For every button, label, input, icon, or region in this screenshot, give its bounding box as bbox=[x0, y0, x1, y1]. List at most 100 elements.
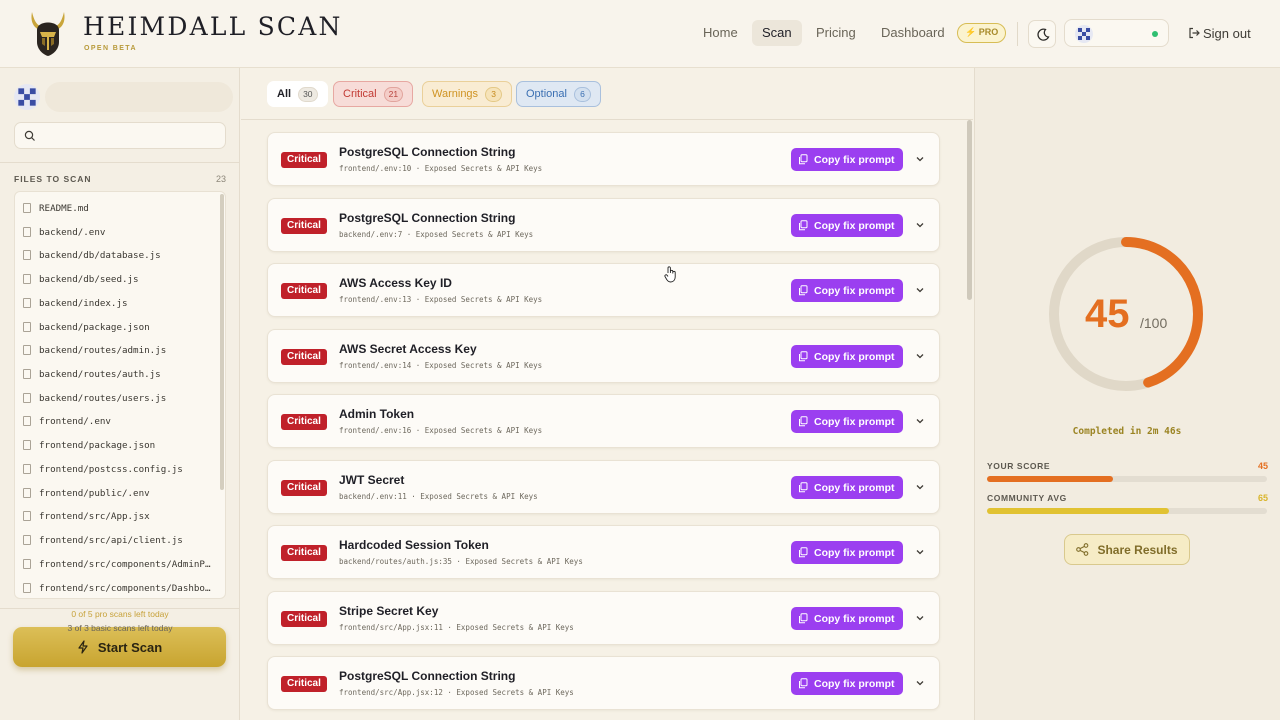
file-item[interactable]: frontend/package.json bbox=[23, 436, 213, 454]
finding-card[interactable]: Critical PostgreSQL Connection String fron… bbox=[267, 132, 940, 186]
nav-scan[interactable]: Scan bbox=[752, 20, 802, 46]
finding-title: PostgreSQL Connection String bbox=[339, 669, 516, 683]
filter-optional[interactable]: Optional 6 bbox=[516, 81, 601, 107]
severity-badge: Critical bbox=[281, 349, 327, 365]
finding-card[interactable]: Critical JWT Secret backend/.env:11 · Expo… bbox=[267, 460, 940, 514]
copy-icon bbox=[799, 613, 808, 624]
file-item[interactable]: backend/routes/users.js bbox=[23, 389, 213, 407]
file-item[interactable]: frontend/postcss.config.js bbox=[23, 460, 213, 478]
copy-fix-prompt-label: Copy fix prompt bbox=[814, 612, 895, 625]
finding-card[interactable]: Critical Stripe Secret Key frontend/src/Ap… bbox=[267, 591, 940, 645]
search-icon bbox=[24, 130, 35, 141]
finding-category: Exposed Secrets & API Keys bbox=[424, 361, 543, 370]
severity-badge: Critical bbox=[281, 218, 327, 234]
copy-fix-prompt-button[interactable]: Copy fix prompt bbox=[791, 279, 903, 302]
your-score-bar bbox=[987, 476, 1267, 482]
finding-card[interactable]: Critical AWS Access Key ID frontend/.env:1… bbox=[267, 263, 940, 317]
file-item[interactable]: frontend/src/components/Dashboard.jsx bbox=[23, 579, 213, 597]
search-input[interactable] bbox=[41, 127, 221, 145]
finding-category: Exposed Secrets & API Keys bbox=[415, 230, 534, 239]
community-avg-bar bbox=[987, 508, 1267, 514]
filter-all[interactable]: All 30 bbox=[267, 81, 328, 107]
copy-fix-prompt-label: Copy fix prompt bbox=[814, 153, 895, 166]
share-icon bbox=[1076, 543, 1089, 556]
finding-card[interactable]: Critical Hardcoded Session Token backend/r… bbox=[267, 525, 940, 579]
start-scan-button[interactable]: Start Scan bbox=[13, 627, 226, 667]
finding-meta: frontend/src/App.jsx:11 · Exposed Secret… bbox=[339, 623, 574, 632]
nav-pricing[interactable]: Pricing bbox=[806, 20, 866, 46]
chevron-down-icon[interactable] bbox=[914, 481, 926, 493]
file-item[interactable]: backend/db/seed.js bbox=[23, 270, 213, 288]
copy-fix-prompt-button[interactable]: Copy fix prompt bbox=[791, 541, 903, 564]
meta-separator: · bbox=[451, 557, 466, 566]
file-item[interactable]: frontend/src/App.jsx bbox=[23, 507, 213, 525]
copy-icon bbox=[799, 154, 808, 165]
chevron-down-icon[interactable] bbox=[914, 612, 926, 624]
copy-icon bbox=[799, 416, 808, 427]
chevron-down-icon[interactable] bbox=[914, 415, 926, 427]
chevron-down-icon[interactable] bbox=[914, 677, 926, 689]
copy-fix-prompt-button[interactable]: Copy fix prompt bbox=[791, 476, 903, 499]
file-item[interactable]: frontend/src/api/client.js bbox=[23, 531, 213, 549]
chevron-down-icon[interactable] bbox=[914, 219, 926, 231]
finding-card[interactable]: Critical Admin Token frontend/.env:16 · Ex… bbox=[267, 394, 940, 448]
file-item[interactable]: backend/routes/auth.js bbox=[23, 365, 213, 383]
file-item[interactable]: backend/routes/admin.js bbox=[23, 341, 213, 359]
copy-fix-prompt-button[interactable]: Copy fix prompt bbox=[791, 214, 903, 237]
file-item[interactable]: frontend/public/.env bbox=[23, 484, 213, 502]
main-divider bbox=[241, 119, 973, 120]
file-item[interactable]: README.md bbox=[23, 199, 213, 217]
finding-card[interactable]: Critical AWS Secret Access Key frontend/.e… bbox=[267, 329, 940, 383]
chevron-down-icon[interactable] bbox=[914, 284, 926, 296]
pro-badge[interactable]: ⚡ PRO bbox=[957, 23, 1007, 43]
copy-fix-prompt-button[interactable]: Copy fix prompt bbox=[791, 607, 903, 630]
filter-warnings[interactable]: Warnings 3 bbox=[422, 81, 513, 107]
finding-meta: frontend/.env:13 · Exposed Secrets & API… bbox=[339, 295, 542, 304]
online-status-dot bbox=[1152, 31, 1158, 37]
finding-category: Exposed Secrets & API Keys bbox=[456, 623, 574, 632]
user-menu[interactable] bbox=[1064, 19, 1169, 47]
file-list-scrollbar[interactable] bbox=[220, 194, 224, 490]
nav-dashboard[interactable]: Dashboard bbox=[871, 20, 955, 46]
meta-separator: · bbox=[402, 230, 416, 239]
chevron-down-icon[interactable] bbox=[914, 153, 926, 165]
file-icon bbox=[23, 488, 31, 498]
finding-card[interactable]: Critical PostgreSQL Connection String fron… bbox=[267, 656, 940, 710]
copy-icon bbox=[799, 678, 808, 689]
file-item[interactable]: frontend/.env bbox=[23, 412, 213, 430]
copy-fix-prompt-button[interactable]: Copy fix prompt bbox=[791, 410, 903, 433]
copy-fix-prompt-button[interactable]: Copy fix prompt bbox=[791, 672, 903, 695]
file-item[interactable]: backend/index.js bbox=[23, 294, 213, 312]
file-search[interactable] bbox=[14, 122, 226, 149]
share-results-label: Share Results bbox=[1097, 542, 1178, 557]
filter-critical[interactable]: Critical 21 bbox=[333, 81, 414, 107]
files-title: FILES TO SCAN bbox=[14, 174, 92, 184]
findings-scrollbar[interactable] bbox=[967, 120, 972, 300]
copy-fix-prompt-label: Copy fix prompt bbox=[814, 481, 895, 494]
sidebar-user[interactable] bbox=[12, 82, 233, 112]
theme-toggle-button[interactable] bbox=[1028, 20, 1056, 48]
finding-location: backend/.env:7 bbox=[339, 230, 403, 239]
chevron-down-icon[interactable] bbox=[914, 546, 926, 558]
meta-separator: · bbox=[411, 164, 425, 173]
copy-fix-prompt-label: Copy fix prompt bbox=[814, 546, 895, 559]
finding-category: Exposed Secrets & API Keys bbox=[456, 688, 574, 697]
copy-fix-prompt-button[interactable]: Copy fix prompt bbox=[791, 345, 903, 368]
chevron-down-icon[interactable] bbox=[914, 350, 926, 362]
copy-fix-prompt-button[interactable]: Copy fix prompt bbox=[791, 148, 903, 171]
file-icon bbox=[23, 535, 31, 545]
your-score-value: 45 bbox=[1257, 461, 1268, 471]
file-item[interactable]: frontend/src/components/AdminPanel.jsx bbox=[23, 555, 213, 573]
file-item[interactable]: backend/db/database.js bbox=[23, 246, 213, 264]
file-icon bbox=[23, 440, 31, 450]
file-item[interactable]: backend/.env bbox=[23, 223, 213, 241]
finding-title: Hardcoded Session Token bbox=[339, 538, 489, 552]
finding-card[interactable]: Critical PostgreSQL Connection String back… bbox=[267, 198, 940, 252]
share-results-button[interactable]: Share Results bbox=[1064, 534, 1190, 565]
sign-out-link[interactable]: Sign out bbox=[1188, 26, 1251, 41]
pro-scans-left: 0 of 5 pro scans left today bbox=[71, 609, 169, 619]
finding-category: Exposed Secrets & API Keys bbox=[424, 295, 543, 304]
viking-helmet-logo-icon[interactable] bbox=[28, 8, 68, 58]
nav-home[interactable]: Home bbox=[693, 20, 748, 46]
file-item[interactable]: backend/package.json bbox=[23, 318, 213, 336]
